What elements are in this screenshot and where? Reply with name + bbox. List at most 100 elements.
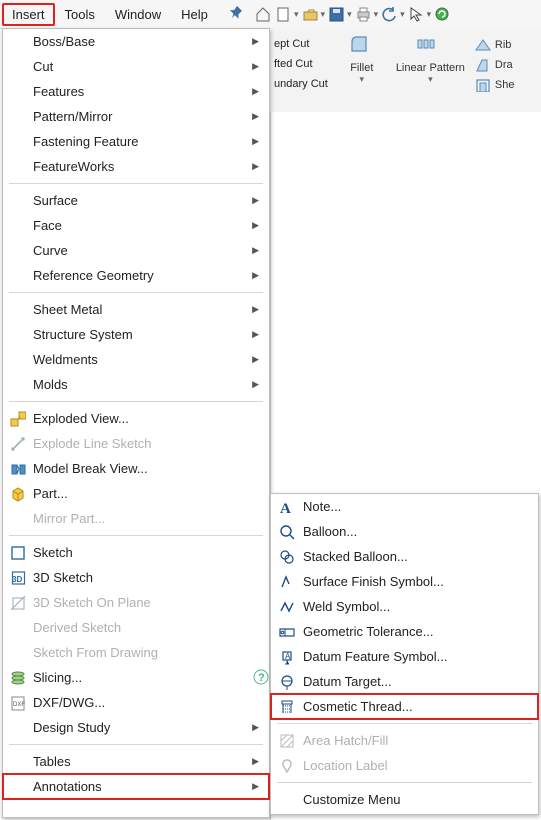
ribbon-rib[interactable]: Rib [475, 38, 515, 52]
toolbar-home-icon[interactable] [254, 5, 272, 23]
annotations-item-location-label: Location Label [271, 753, 538, 778]
insert-item-face[interactable]: Face▶ [3, 213, 269, 238]
annotations-item-weld-symbol[interactable]: Weld Symbol... [271, 594, 538, 619]
menu-item-label: Cosmetic Thread... [297, 699, 528, 714]
ribbon-swept-cut[interactable]: ept Cut [274, 38, 328, 50]
stackedballoon-icon [277, 548, 297, 566]
menu-item-label: Features [9, 84, 252, 99]
toolbar-undo-icon[interactable] [380, 5, 398, 23]
pin-menubar-icon[interactable] [224, 2, 250, 27]
toolbar-save-caret[interactable]: ▾ [347, 9, 352, 20]
menu-item-label: FeatureWorks [9, 159, 252, 174]
toolbar-undo-caret[interactable]: ▾ [400, 9, 405, 20]
menu-item-label: Tables [9, 754, 252, 769]
ribbon-linear-pattern[interactable]: Linear Pattern ▾ [396, 34, 465, 85]
menu-item-label: Surface Finish Symbol... [297, 574, 528, 589]
annotations-item-stacked-balloon[interactable]: Stacked Balloon... [271, 544, 538, 569]
menu-item-label: Balloon... [297, 524, 528, 539]
submenu-arrow-icon: ▶ [252, 379, 259, 390]
menu-item-label: DXF/DWG... [27, 695, 259, 710]
insert-item-model-break-view[interactable]: Model Break View... [3, 456, 269, 481]
menu-separator [9, 744, 263, 745]
toolbar-new-icon[interactable] [274, 5, 292, 23]
toolbar-print-caret[interactable]: ▾ [374, 9, 379, 20]
ribbon: ept Cut fted Cut undary Cut Fillet ▾ Lin… [270, 28, 541, 119]
sketch3d-icon [9, 569, 27, 587]
toolbar-rebuild-icon[interactable] [433, 5, 451, 23]
slicing-icon [9, 669, 27, 687]
menu-item-label: Weldments [9, 352, 252, 367]
menu-separator [277, 782, 532, 783]
insert-item-reference-geometry[interactable]: Reference Geometry▶ [3, 263, 269, 288]
insert-item-fastening-feature[interactable]: Fastening Feature▶ [3, 129, 269, 154]
insert-item-pattern-mirror[interactable]: Pattern/Mirror▶ [3, 104, 269, 129]
menu-item-label: Customize Menu [297, 792, 528, 807]
ribbon-boundary-cut[interactable]: undary Cut [274, 78, 328, 90]
annotations-item-datum-feature-symbol[interactable]: Datum Feature Symbol... [271, 644, 538, 669]
insert-item-weldments[interactable]: Weldments▶ [3, 347, 269, 372]
insert-item-structure-system[interactable]: Structure System▶ [3, 322, 269, 347]
annotations-item-geometric-tolerance[interactable]: Geometric Tolerance... [271, 619, 538, 644]
insert-item-exploded-view[interactable]: Exploded View... [3, 406, 269, 431]
menu-item-label: Explode Line Sketch [27, 436, 259, 451]
insert-item-molds[interactable]: Molds▶ [3, 372, 269, 397]
ribbon-shell[interactable]: She [475, 78, 515, 92]
insert-item-design-study[interactable]: Design Study▶ [3, 715, 269, 740]
annotations-item-cosmetic-thread[interactable]: Cosmetic Thread... [271, 694, 538, 719]
menu-item-label: Pattern/Mirror [9, 109, 252, 124]
location-icon [277, 757, 297, 775]
annotations-item-datum-target[interactable]: Datum Target... [271, 669, 538, 694]
insert-item-boss-base[interactable]: Boss/Base▶ [3, 29, 269, 54]
annotations-item-customize-menu[interactable]: Customize Menu [271, 787, 538, 812]
ribbon-lofted-cut[interactable]: fted Cut [274, 58, 328, 70]
dxf-icon [9, 694, 27, 712]
annotations-item-balloon[interactable]: Balloon... [271, 519, 538, 544]
menu-help[interactable]: Help [171, 3, 218, 26]
menu-item-label: Derived Sketch [9, 620, 259, 635]
menu-item-label: Molds [9, 377, 252, 392]
menu-item-label: Face [9, 218, 252, 233]
insert-item-featureworks[interactable]: FeatureWorks▶ [3, 154, 269, 179]
menu-insert[interactable]: Insert [2, 3, 55, 26]
insert-item-annotations[interactable]: Annotations▶ [3, 774, 269, 799]
insert-item-tables[interactable]: Tables▶ [3, 749, 269, 774]
exploded-icon [9, 410, 27, 428]
ribbon-fillet[interactable]: Fillet ▾ [338, 34, 386, 85]
toolbar-open-caret[interactable]: ▾ [321, 9, 326, 20]
insert-item-3d-sketch[interactable]: 3D Sketch [3, 565, 269, 590]
insert-item-features[interactable]: Features▶ [3, 79, 269, 104]
toolbar-save-icon[interactable] [327, 5, 345, 23]
toolbar-select-icon[interactable] [407, 5, 425, 23]
submenu-arrow-icon: ▶ [252, 111, 259, 122]
menu-item-label: Weld Symbol... [297, 599, 528, 614]
insert-item-dxf-dwg[interactable]: DXF/DWG... [3, 690, 269, 715]
submenu-arrow-icon: ▶ [252, 161, 259, 172]
insert-item-curve[interactable]: Curve▶ [3, 238, 269, 263]
toolbar-print-icon[interactable] [354, 5, 372, 23]
menu-tools[interactable]: Tools [55, 3, 105, 26]
annotations-item-note[interactable]: Note... [271, 494, 538, 519]
menu-item-label: Sketch [27, 545, 259, 560]
annotations-item-surface-finish-symbol[interactable]: Surface Finish Symbol... [271, 569, 538, 594]
toolbar-select-caret[interactable]: ▾ [427, 9, 432, 20]
toolbar-new-caret[interactable]: ▾ [294, 9, 299, 20]
menu-item-label: Location Label [297, 758, 528, 773]
insert-item-part[interactable]: Part... [3, 481, 269, 506]
menu-item-label: Cut [9, 59, 252, 74]
menu-item-label: Sheet Metal [9, 302, 252, 317]
insert-item-slicing[interactable]: Slicing... [3, 665, 269, 690]
ribbon-draft[interactable]: Dra [475, 58, 515, 72]
menu-window[interactable]: Window [105, 3, 171, 26]
insert-item-sketch[interactable]: Sketch [3, 540, 269, 565]
balloon-icon [277, 523, 297, 541]
submenu-arrow-icon: ▶ [252, 354, 259, 365]
toolbar-open-icon[interactable] [301, 5, 319, 23]
insert-item-sheet-metal[interactable]: Sheet Metal▶ [3, 297, 269, 322]
insert-item-cut[interactable]: Cut▶ [3, 54, 269, 79]
annotations-item-area-hatch-fill: Area Hatch/Fill [271, 728, 538, 753]
menu-separator [9, 292, 263, 293]
help-icon[interactable] [253, 669, 271, 687]
menu-separator [9, 401, 263, 402]
insert-item-surface[interactable]: Surface▶ [3, 188, 269, 213]
insert-item-sketch-from-drawing: Sketch From Drawing [3, 640, 269, 665]
